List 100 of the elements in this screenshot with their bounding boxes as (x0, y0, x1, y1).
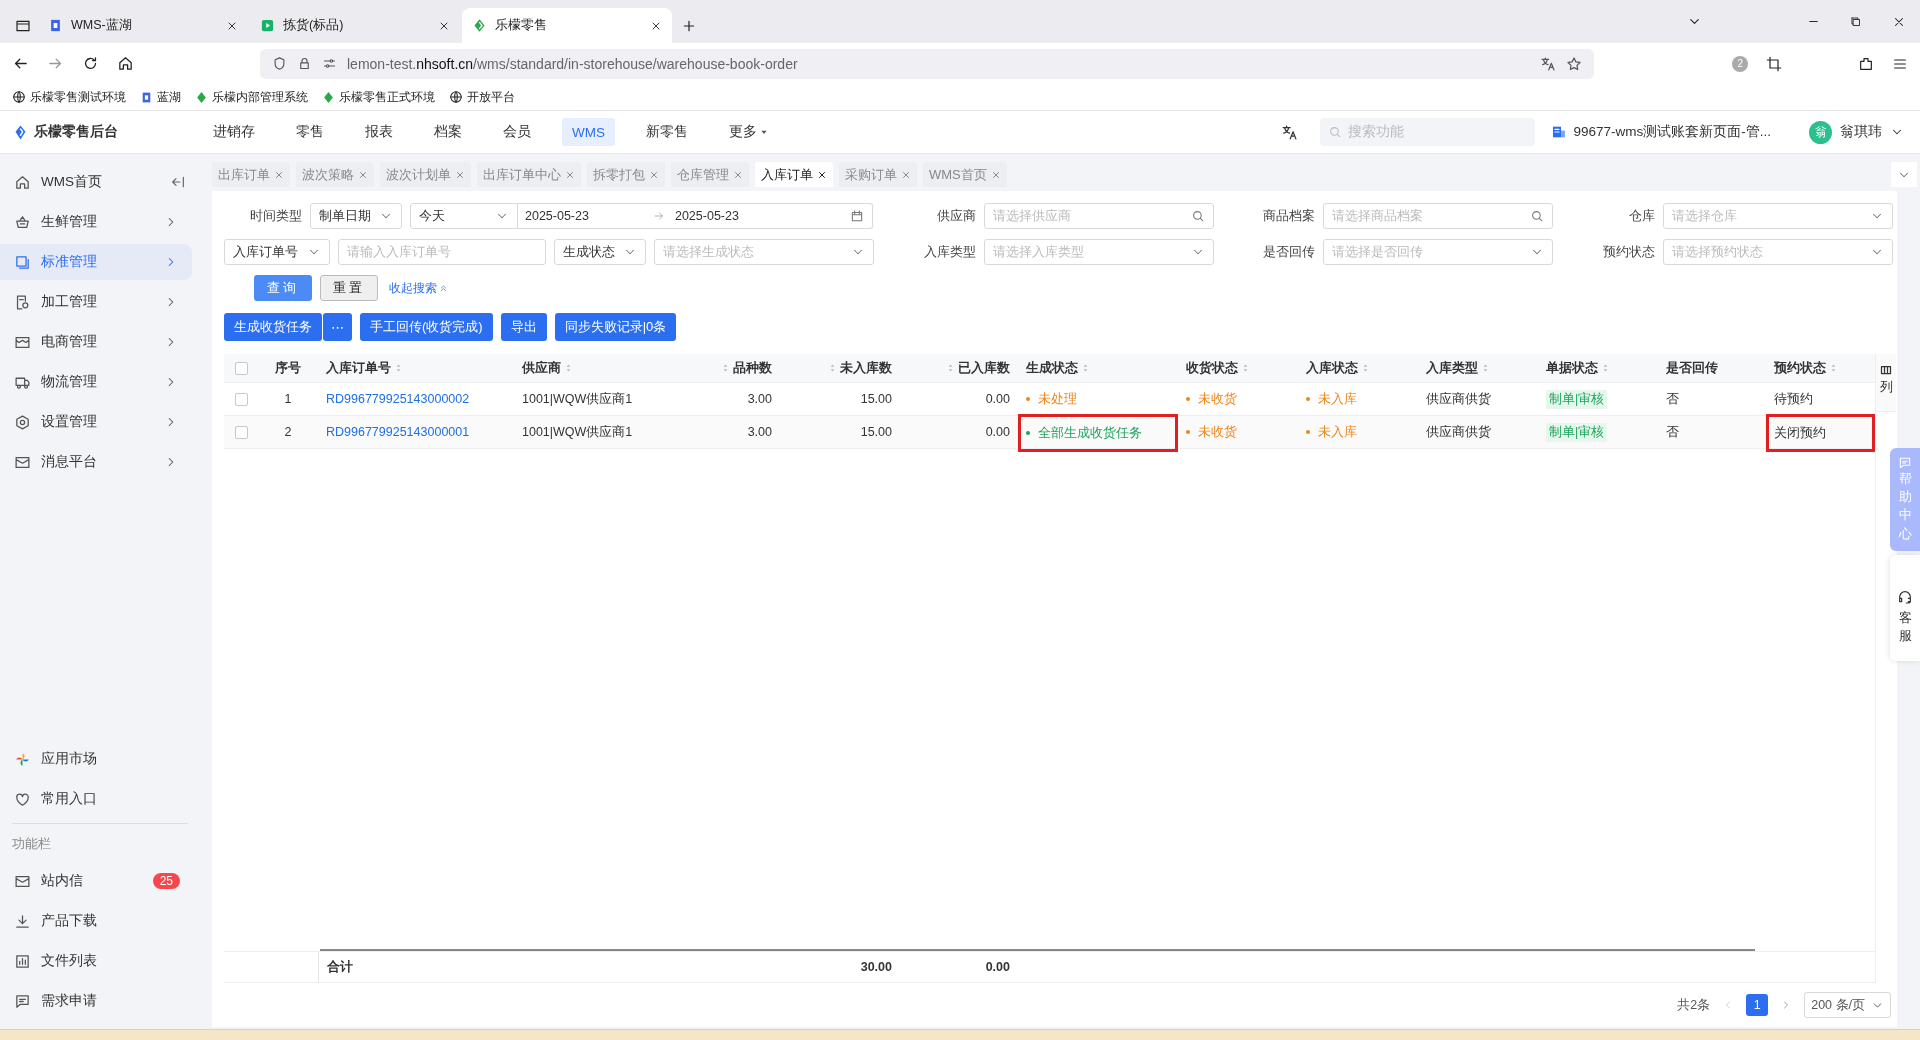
sidebar-item[interactable]: 文件列表 (0, 943, 192, 979)
nav-tab[interactable]: 报表 (355, 118, 403, 146)
customer-service-button[interactable]: 客服 (1890, 554, 1920, 662)
table-cell-text: 3.00 (746, 391, 773, 408)
bookmark-link[interactable]: 蓝湖 (157, 88, 181, 106)
column-header[interactable]: 入库订单号 (318, 354, 514, 382)
page-tab[interactable]: 入库订单 (755, 162, 833, 187)
section-title: 功能栏 (11, 836, 52, 853)
nav-tab[interactable]: 新零售 (636, 118, 698, 146)
translate-icon[interactable] (1281, 123, 1299, 141)
browser-tab[interactable]: 乐檬零售 (462, 8, 672, 43)
sidebar-item[interactable]: 消息平台 (0, 444, 192, 480)
nav-tab[interactable]: 会员 (493, 118, 541, 146)
tab-favicon-icon (260, 18, 275, 33)
sidebar-item[interactable]: 标准管理 (0, 244, 192, 280)
column-header[interactable]: 供应商 (514, 354, 700, 382)
home-icon[interactable] (117, 55, 134, 72)
toolbar-button[interactable]: 导出 (500, 313, 547, 341)
column-header[interactable]: 未入库数 (780, 354, 900, 382)
column-header[interactable]: 入库类型 (1418, 354, 1538, 382)
checkbox[interactable] (234, 361, 248, 375)
account-switcher[interactable]: 99677-wms测试账套新页面-管... (1551, 123, 1771, 141)
column-header[interactable]: 收货状态 (1178, 354, 1298, 382)
page-size-select[interactable]: 200 条/页 (1804, 992, 1891, 1018)
status-text: 未入库 (1318, 423, 1357, 441)
star-icon[interactable] (1566, 55, 1583, 72)
column-header[interactable]: 入库状态 (1298, 354, 1418, 382)
column-header[interactable]: 单据状态 (1538, 354, 1658, 382)
sidebar-item[interactable]: 生鲜管理 (0, 204, 192, 240)
nav-tab[interactable]: 进销存 (203, 118, 265, 146)
checkbox[interactable] (234, 425, 248, 439)
filter-label: 预约状态 (1602, 243, 1655, 261)
collapse-sidebar-icon[interactable] (170, 174, 186, 190)
browser-tab[interactable]: WMS-蓝湖 (38, 8, 248, 43)
user-menu[interactable]: 翁 翁琪玮 (1809, 120, 1904, 144)
summary-value: 0.00 (984, 959, 1011, 976)
table-cell-text: 否 (1665, 423, 1680, 441)
toolbar-button[interactable]: 生成收货任务 (224, 313, 322, 341)
checkbox[interactable] (234, 392, 248, 406)
sidebar-item[interactable]: 需求申请 (0, 983, 192, 1019)
sidebar-item[interactable]: 电商管理 (0, 324, 192, 360)
collapse-search-link[interactable]: 收起搜索 (386, 275, 451, 301)
headset-icon (1897, 588, 1913, 605)
select-field[interactable]: 入库订单号 (224, 239, 330, 265)
crop-icon[interactable] (1766, 55, 1783, 72)
browser-tab[interactable]: 拣货(标品) (250, 8, 460, 43)
sidebar-item[interactable]: 应用市场 (0, 741, 192, 777)
bookmark-link[interactable]: 乐檬内部管理系统 (212, 88, 308, 106)
status-text: 未处理 (1038, 390, 1077, 408)
toolbar-button[interactable]: 同步失败记录|0条 (554, 313, 677, 341)
sidebar-item[interactable]: 加工管理 (0, 284, 192, 320)
table-cell-text: 供应商供货 (1425, 423, 1492, 441)
sort-icon (1361, 362, 1370, 374)
date-range-field[interactable]: 2025-05-23 2025-05-23 (517, 203, 873, 229)
more-button[interactable]: ⋯ (323, 313, 352, 341)
table-cell-text: 1001|WQW供应商1 (521, 390, 634, 408)
nav-tab[interactable]: 档案 (424, 118, 472, 146)
filter-label: 是否回传 (1262, 243, 1315, 261)
column-header[interactable]: 已入库数 (900, 354, 1018, 382)
column-settings-button[interactable]: 列 (1876, 354, 1896, 412)
bookmark-link[interactable]: 乐檬零售测试环境 (30, 88, 126, 106)
sort-icon (1829, 362, 1838, 374)
status-text: 未入库 (1318, 390, 1357, 408)
chart-icon (14, 952, 31, 970)
sidebar-item[interactable]: 产品下载 (0, 903, 192, 939)
search-icon (1530, 209, 1544, 223)
bookmark-link[interactable]: 乐檬零售正式环境 (339, 88, 435, 106)
reset-button[interactable]: 重置 (320, 275, 378, 301)
sidebar-item[interactable]: 设置管理 (0, 404, 192, 440)
input-field[interactable]: 请输入入库订单号 (338, 239, 546, 265)
message-icon (14, 992, 31, 1010)
select-field[interactable]: 今天 (410, 203, 518, 229)
reload-icon[interactable] (82, 55, 99, 72)
bookmark-link[interactable]: 开放平台 (467, 88, 515, 106)
translate-icon[interactable] (1540, 55, 1557, 72)
order-link[interactable]: RD996779925143000002 (326, 392, 470, 406)
page-number[interactable]: 1 (1746, 994, 1769, 1016)
nav-tab[interactable]: 零售 (286, 118, 334, 146)
column-header[interactable]: 预约状态 (1766, 354, 1875, 382)
bookmark-favicon-icon (140, 90, 153, 104)
sidebar-item[interactable]: 物流管理 (0, 364, 192, 400)
close-icon[interactable] (817, 169, 827, 180)
select-field[interactable]: 生成状态 (554, 239, 646, 265)
column-header[interactable]: 品种数 (700, 354, 780, 382)
extensions-icon[interactable] (1858, 55, 1874, 72)
address-bar[interactable]: lemon-test.nhsoft.cn/wms/standard/in-storehouse/warehouse-book-order (260, 48, 1595, 79)
sidebar-item[interactable]: 站内信 25 (0, 863, 192, 899)
column-header[interactable]: 生成状态 (1018, 354, 1178, 382)
sidebar-item[interactable]: 常用入口 (0, 781, 192, 817)
sidebar-item[interactable]: WMS首页 (0, 164, 192, 200)
nav-tab[interactable]: WMS (562, 118, 615, 146)
table-cell-text: 否 (1665, 390, 1680, 408)
status-tag: 制单|审核 (1546, 389, 1608, 409)
leaf-icon (322, 90, 335, 104)
order-link[interactable]: RD996779925143000001 (326, 425, 470, 439)
restore-icon[interactable] (1850, 15, 1862, 28)
nav-tab[interactable]: 更多 (719, 118, 778, 146)
toolbar-button[interactable]: 手工回传(收货完成) (360, 313, 493, 341)
scrollbar[interactable] (320, 949, 1755, 951)
select-field[interactable]: 制单日期 (310, 203, 402, 229)
